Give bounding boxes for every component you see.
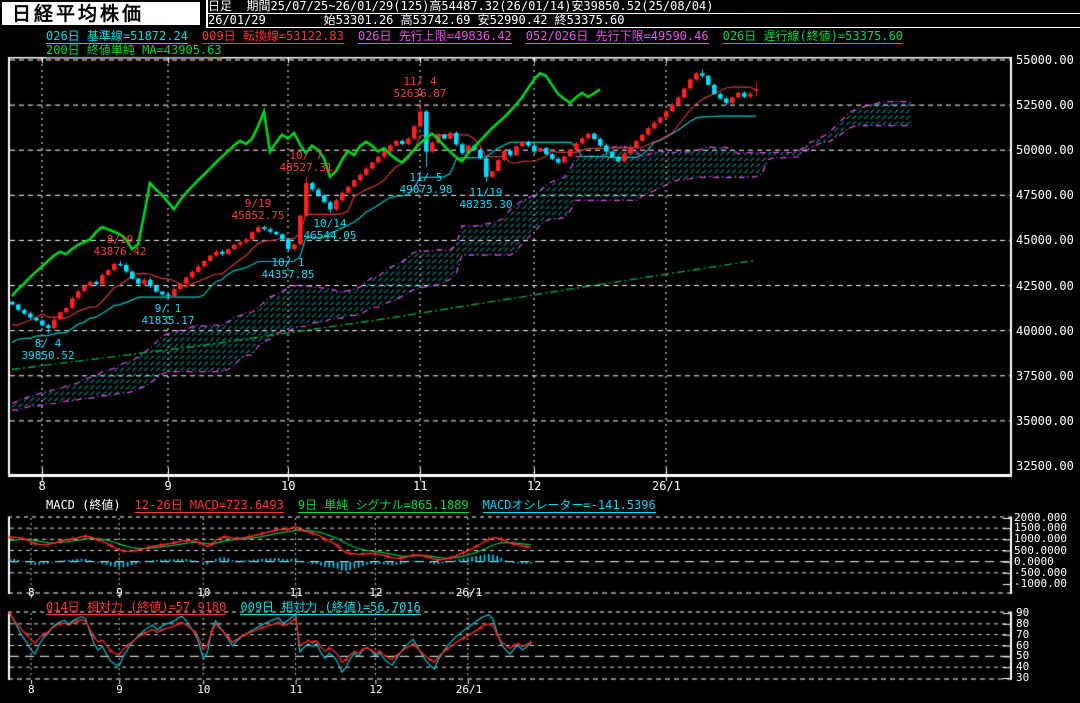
macd-value: 12-26日 MACD=723.6493 [135,499,284,513]
macd-oscillator-value: MACDオシレーター=-141.5396 [483,499,656,513]
rsi9-value: 009日 相対力 (終値)=56.7016 [240,601,420,615]
macd-header: MACD (終値) 12-26日 MACD=723.6493 9日 単純 シグナル=… [46,499,670,513]
macd-title: MACD (終値) [46,499,121,512]
legend-tenkan: 009日 転換線=53122.83 [202,30,344,44]
ma-legend: 200日 終値単純 MA=43905.63 [46,44,236,58]
rsi-header: 014日 相対力 (終値)=57.9180 009日 相対力 (終値)=56.70… [46,601,435,615]
legend-ma200: 200日 終値単純 MA=43905.63 [46,44,222,58]
price-chart-canvas[interactable] [0,0,1080,703]
latest-ohlc-info: 26/01/29 始53301.26 高53742.69 安52990.42 終… [208,14,1080,28]
legend-kijun: 026日 基準線=51872.24 [46,30,188,44]
chart-application-window: 日経平均株価 日足 期間25/07/25~26/01/29(125)高54487… [0,0,1080,703]
legend-senkou-a: 026日 先行上限=49836.42 [358,30,512,44]
ichimoku-legend: 026日 基準線=51872.24 009日 転換線=53122.83 026日 先… [46,30,917,44]
legend-chikou: 026日 遅行線(終値)=53375.60 [723,30,903,44]
chart-info-header: 日足 期間25/07/25~26/01/29(125)高54487.32(26/… [206,0,1080,28]
page-title: 日経平均株価 [2,2,200,25]
period-high-low-info: 日足 期間25/07/25~26/01/29(125)高54487.32(26/… [208,0,1080,14]
macd-signal-value: 9日 単純 シグナル=865.1889 [298,499,469,513]
legend-senkou-b: 052/026日 先行下限=49590.46 [526,30,709,44]
rsi14-value: 014日 相対力 (終値)=57.9180 [46,601,226,615]
